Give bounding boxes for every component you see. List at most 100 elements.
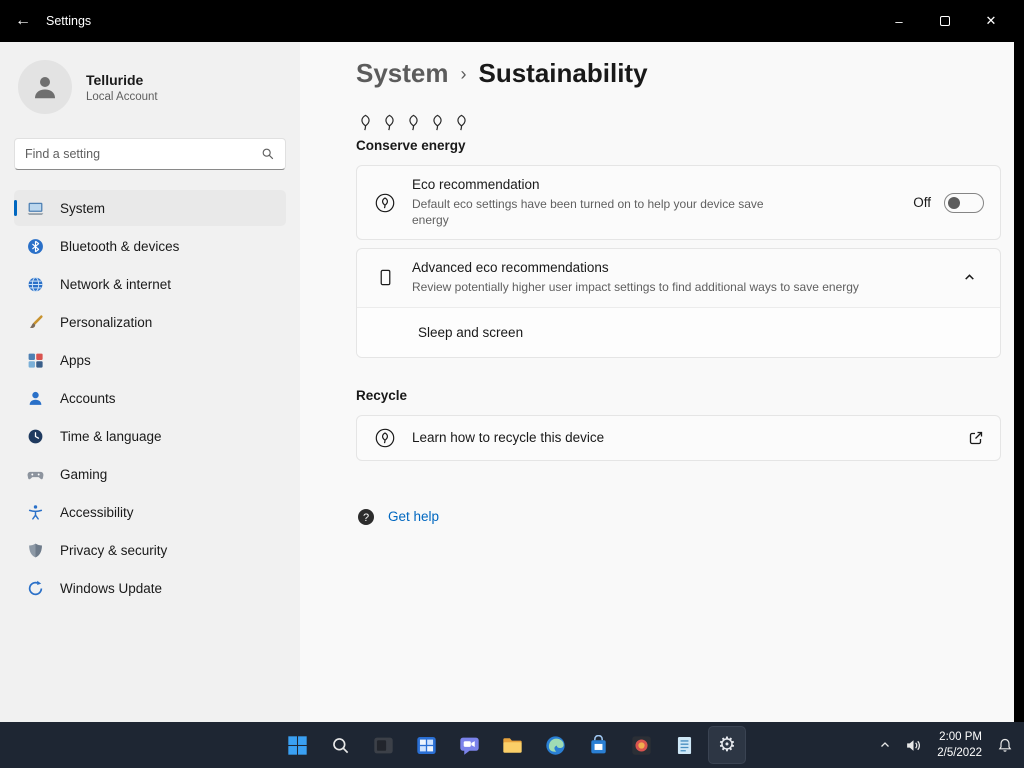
sidebar-item-time-language[interactable]: Time & language (14, 418, 286, 454)
edge-button[interactable] (536, 726, 574, 764)
eco-recommendation-toggle[interactable] (944, 192, 984, 213)
search-box[interactable] (14, 138, 286, 170)
widgets-icon (416, 736, 436, 754)
search-input[interactable] (25, 147, 261, 161)
sidebar-item-gaming[interactable]: Gaming (14, 456, 286, 492)
recycle-card-title: Learn how to recycle this device (412, 430, 605, 446)
notification-center-button[interactable] (990, 726, 1020, 764)
back-arrow-icon: ← (15, 12, 31, 29)
desktop-screen: ← Settings – ✕ Telluride Local Account F… (0, 0, 1024, 768)
sidebar-item-personalization[interactable]: Personalization (14, 304, 286, 340)
minimize-button[interactable]: – (876, 0, 922, 42)
titlebar: ← Settings – ✕ (0, 0, 1014, 42)
page-title: Sustainability (478, 58, 648, 88)
taskbar-center-icons: ⚙ (278, 722, 746, 768)
clock[interactable]: 2:00 PM 2/5/2022 (929, 729, 990, 761)
chevron-up-icon (964, 274, 974, 281)
start-button[interactable] (278, 726, 316, 764)
photos-icon (631, 735, 651, 755)
edge-icon (545, 735, 565, 755)
breadcrumb-system[interactable]: System (356, 58, 449, 89)
sidebar-item-label: Windows Update (60, 580, 163, 596)
sidebar-item-accounts[interactable]: Accounts (14, 380, 286, 416)
eco-recommendation-description: Default eco settings have been turned on… (412, 197, 764, 228)
sidebar-item-network-internet[interactable]: Network & internet (14, 266, 286, 302)
toggle-state-label: Off (913, 195, 931, 211)
sidebar-item-accessibility[interactable]: Accessibility (14, 494, 286, 530)
toggle-knob (948, 196, 960, 209)
window-title: Settings (46, 14, 92, 28)
collapse-button[interactable] (954, 263, 984, 293)
chevron-up-icon (881, 742, 890, 747)
system-icon (26, 199, 44, 217)
bell-icon (998, 738, 1012, 752)
account-type: Local Account (86, 90, 158, 103)
sidebar-item-label: Time & language (60, 428, 162, 444)
get-help-row: ? Get help (356, 507, 1001, 527)
sidebar-item-windows-update[interactable]: Windows Update (14, 570, 286, 606)
person-icon (35, 77, 55, 99)
breadcrumb: System › Sustainability (356, 58, 1001, 89)
taskbar-search-button[interactable] (321, 726, 359, 764)
search-icon (332, 737, 348, 753)
file-explorer-button[interactable] (493, 726, 531, 764)
sidebar-item-privacy-security[interactable]: Privacy & security (14, 532, 286, 568)
photos-button[interactable] (622, 726, 660, 764)
advanced-eco-title: Advanced eco recommendations (412, 260, 609, 276)
maximize-button[interactable] (922, 0, 968, 42)
close-button[interactable]: ✕ (968, 0, 1014, 42)
sidebar-item-label: Accounts (60, 390, 116, 406)
advanced-eco-header[interactable]: Advanced eco recommendations Review pote… (357, 249, 1000, 306)
sidebar-item-label: Personalization (60, 314, 153, 330)
recycle-card[interactable]: Learn how to recycle this device (356, 414, 1001, 461)
accounts-icon (26, 389, 44, 407)
eco-leaf-icon (373, 192, 397, 214)
volume-button[interactable] (898, 726, 929, 764)
speaker-icon (907, 739, 921, 751)
tray-date: 2/5/2022 (937, 747, 982, 759)
widgets-button[interactable] (407, 726, 445, 764)
sidebar: Telluride Local Account System Bluetooth… (0, 42, 300, 722)
leaf-icon (409, 114, 418, 131)
get-help-icon: ? (358, 508, 374, 525)
store-button[interactable] (579, 726, 617, 764)
recycle-leaf-icon (373, 427, 397, 449)
settings-gear-icon: ⚙ (718, 734, 736, 756)
time-language-icon (26, 427, 44, 445)
privacy-icon (26, 541, 44, 559)
tray-overflow-button[interactable] (872, 726, 898, 764)
notepad-button[interactable] (665, 726, 703, 764)
sidebar-nav: System Bluetooth & devices Network & int… (14, 190, 286, 606)
personalization-icon (26, 313, 44, 331)
breadcrumb-separator-icon: › (460, 64, 467, 84)
leaf-icon (385, 114, 394, 131)
bluetooth-icon (26, 237, 44, 255)
conserve-energy-heading: Conserve energy (356, 138, 466, 153)
settings-taskbar-button[interactable]: ⚙ (708, 726, 746, 764)
advanced-eco-description: Review potentially higher user impact se… (412, 280, 859, 295)
system-tray: 2:00 PM 2/5/2022 (872, 722, 1020, 768)
chat-button[interactable] (450, 726, 488, 764)
task-view-button[interactable] (364, 726, 402, 764)
sidebar-item-label: System (60, 200, 106, 216)
maximize-icon (940, 16, 950, 26)
minimize-icon: – (895, 13, 903, 29)
sidebar-item-bluetooth-devices[interactable]: Bluetooth & devices (14, 228, 286, 264)
eco-leaves-row (356, 113, 1001, 132)
user-account-row[interactable]: Telluride Local Account (14, 52, 286, 114)
apps-icon (26, 351, 44, 369)
sidebar-item-system[interactable]: System (14, 190, 286, 226)
sidebar-item-label: Network & internet (60, 276, 172, 292)
recycle-heading: Recycle (356, 387, 408, 403)
sidebar-item-apps[interactable]: Apps (14, 342, 286, 378)
get-help-link[interactable]: Get help (388, 509, 439, 524)
taskbar: ⚙ 2:00 PM 2/5/2022 (0, 722, 1024, 768)
task-view-icon (373, 737, 393, 753)
sleep-and-screen-item[interactable]: Sleep and screen (357, 306, 1000, 357)
close-icon: ✕ (985, 13, 997, 28)
sidebar-item-label: Bluetooth & devices (60, 238, 180, 254)
main-content: System › Sustainability Conserve energy (300, 42, 1014, 722)
tray-time: 2:00 PM (939, 730, 982, 743)
device-icon (373, 268, 397, 287)
back-button[interactable]: ← (0, 0, 46, 42)
